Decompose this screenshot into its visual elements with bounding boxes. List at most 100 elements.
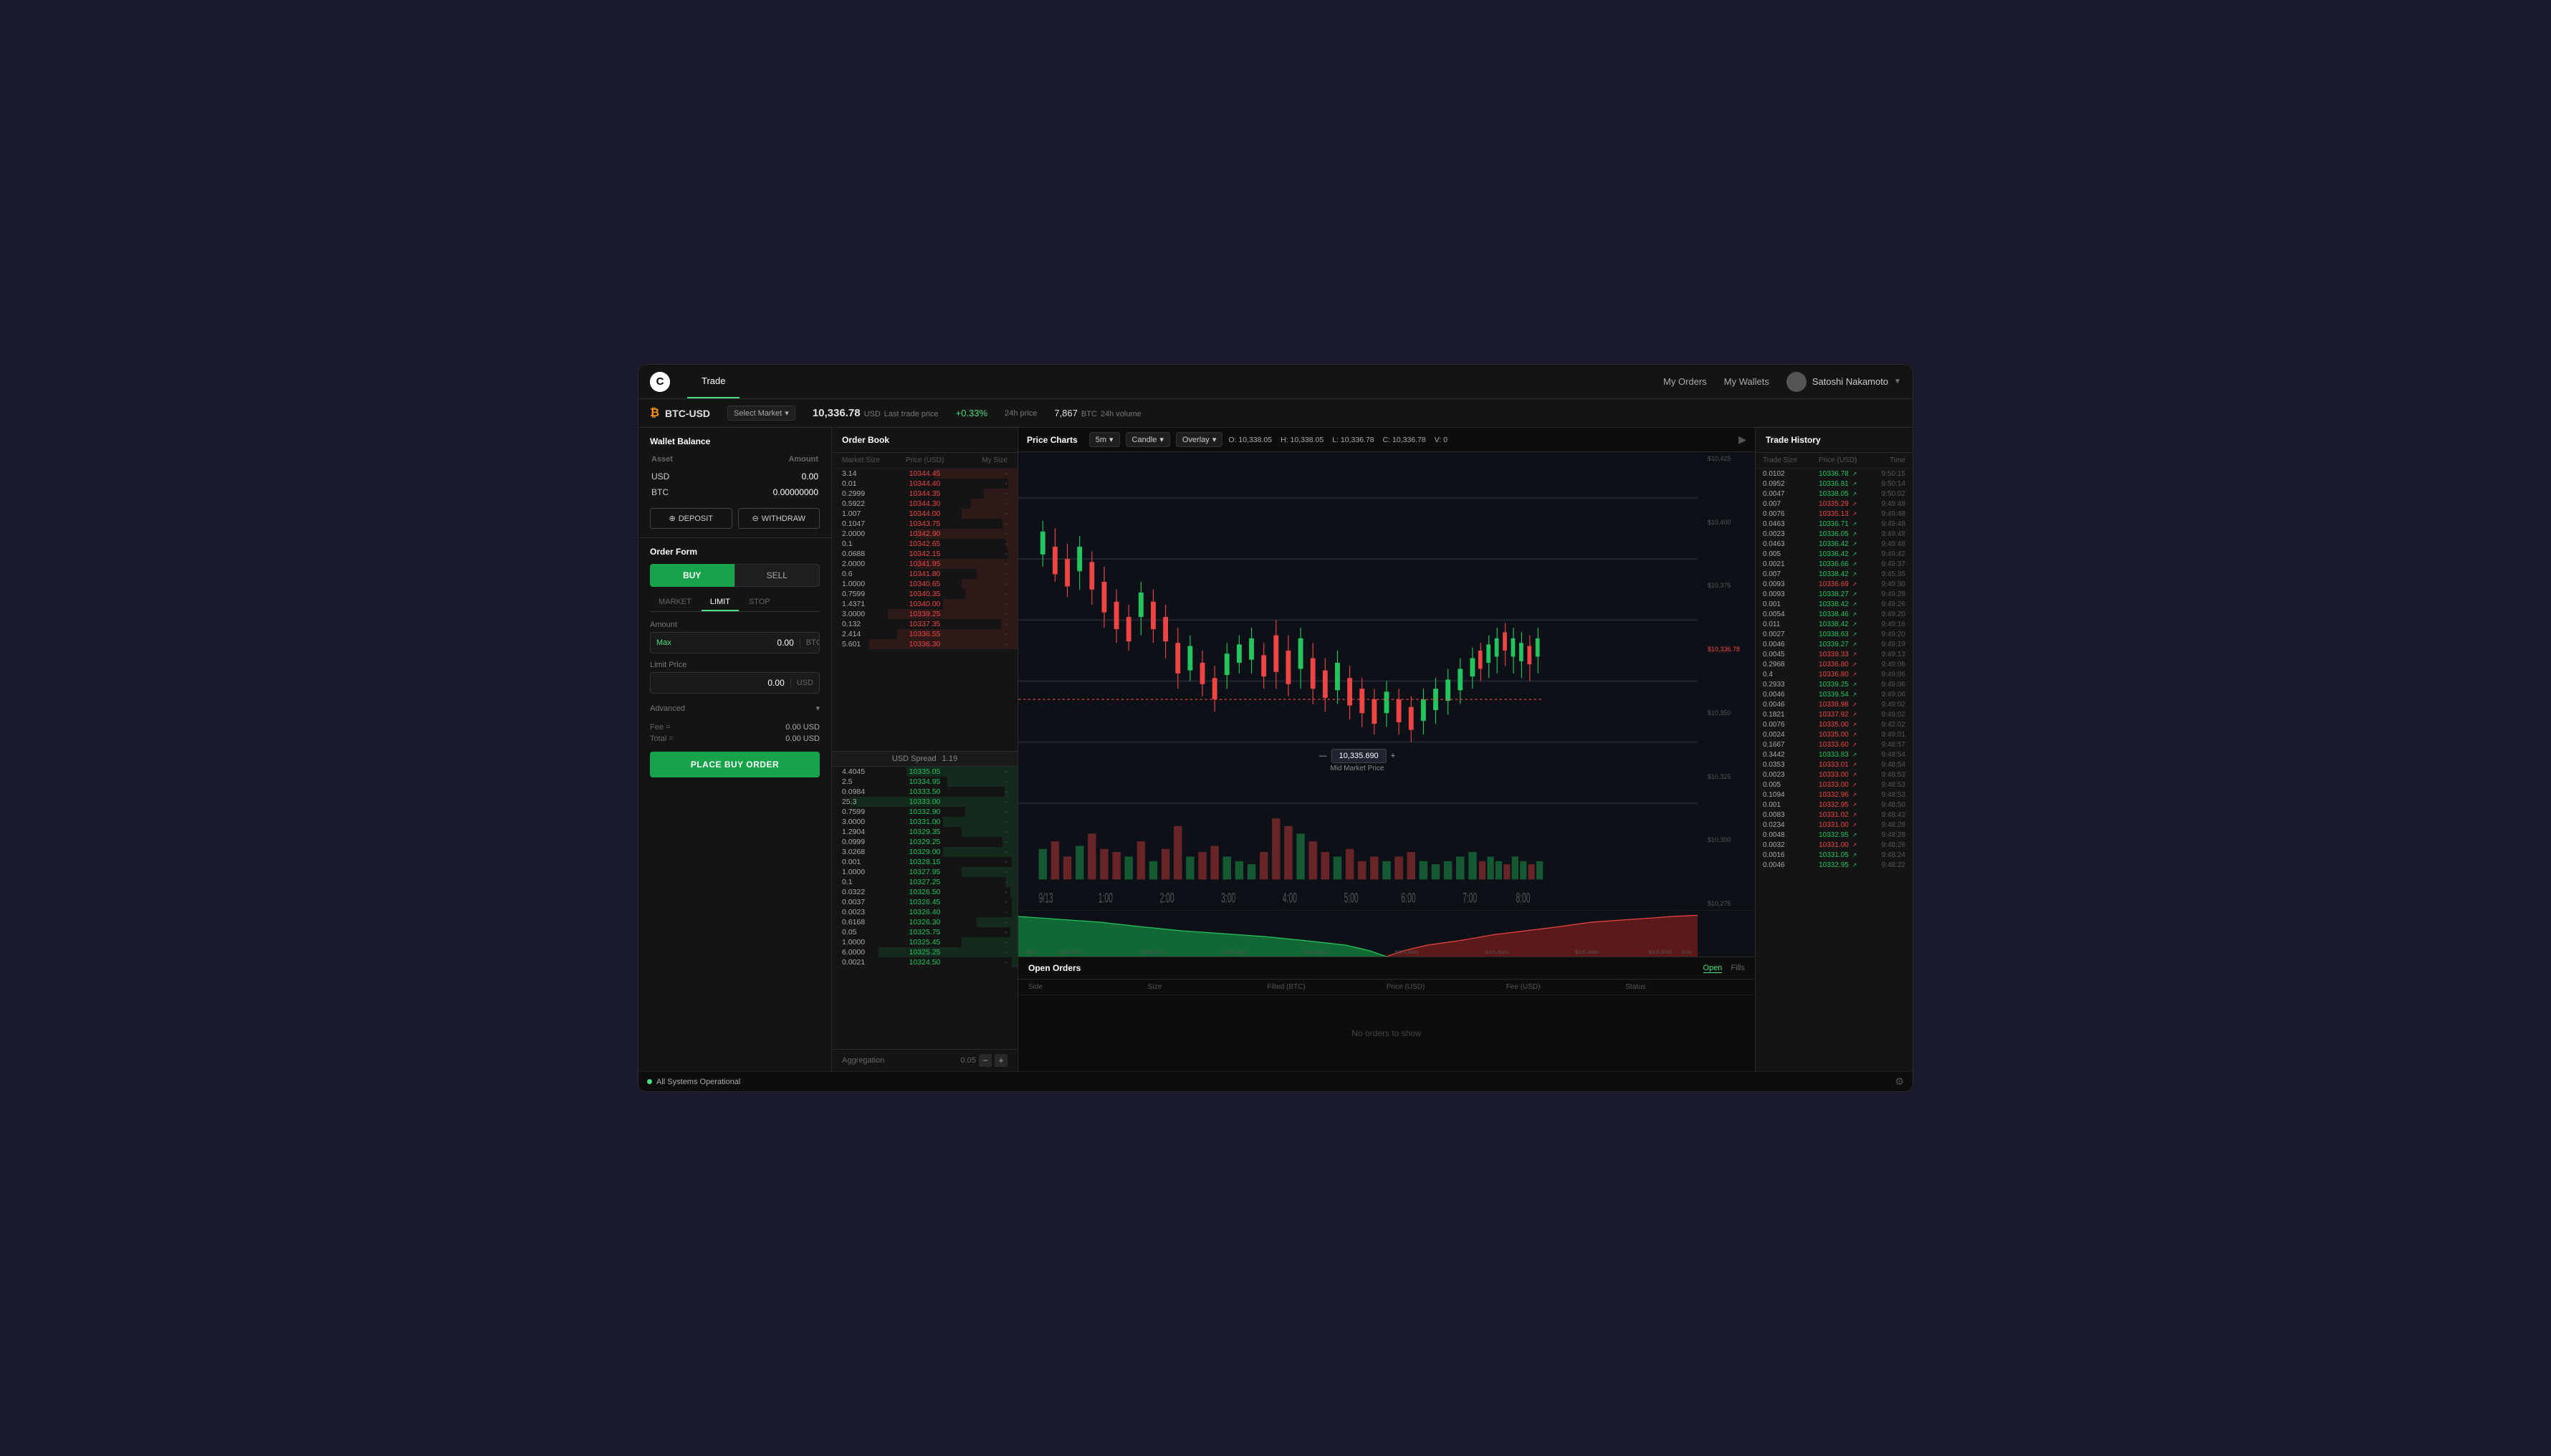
th-row[interactable]: 0.00710335.29 ↗9:49:48: [1756, 499, 1913, 509]
ob-bid-row[interactable]: 0.098410333.50-: [832, 787, 1018, 797]
ob-ask-row[interactable]: 1.437110340.00-: [832, 599, 1018, 609]
th-row[interactable]: 0.109410332.96 ↗9:48:53: [1756, 790, 1913, 800]
place-order-button[interactable]: PLACE BUY ORDER: [650, 752, 820, 777]
th-row[interactable]: 0.046310336.42 ↗9:49:48: [1756, 539, 1913, 549]
ob-ask-row[interactable]: 1.000010340.65-: [832, 579, 1018, 589]
my-orders-link[interactable]: My Orders: [1663, 376, 1707, 387]
th-row[interactable]: 0.01110338.42 ↗9:49:16: [1756, 619, 1913, 629]
th-row[interactable]: 0.00110332.95 ↗9:48:50: [1756, 800, 1913, 810]
ob-ask-row[interactable]: 0.13210337.35-: [832, 619, 1018, 629]
th-row[interactable]: 0.008310331.02 ↗9:48:43: [1756, 810, 1913, 820]
ob-bid-row[interactable]: 2.510334.95-: [832, 777, 1018, 787]
chart-type-select[interactable]: Candle ▾: [1126, 432, 1170, 447]
ob-ask-row[interactable]: 0.104710343.75-: [832, 519, 1018, 529]
ob-ask-row[interactable]: 0.0110344.40-: [832, 479, 1018, 489]
ob-ask-row[interactable]: 3.1410344.45-: [832, 469, 1018, 479]
th-row[interactable]: 0.004610339.27 ↗9:49:19: [1756, 639, 1913, 649]
th-row[interactable]: 0.005410338.46 ↗9:49:20: [1756, 609, 1913, 619]
aggregation-decrease-button[interactable]: −: [979, 1054, 992, 1067]
th-row[interactable]: 0.046310336.71 ↗9:49:48: [1756, 519, 1913, 529]
chart-expand-button[interactable]: ▶: [1738, 434, 1746, 446]
timeframe-select[interactable]: 5m ▾: [1089, 432, 1120, 447]
th-row[interactable]: 0.00510333.00 ↗9:48:53: [1756, 780, 1913, 790]
th-row[interactable]: 0.095210336.81 ↗9:50:14: [1756, 479, 1913, 489]
ob-bid-row[interactable]: 0.099910329.25-: [832, 837, 1018, 847]
th-row[interactable]: 0.004610338.98 ↗9:49:02: [1756, 699, 1913, 709]
th-row[interactable]: 0.002410335.00 ↗9:49:01: [1756, 729, 1913, 739]
ob-ask-row[interactable]: 0.110342.65-: [832, 539, 1018, 549]
ob-ask-row[interactable]: 0.592210344.30-: [832, 499, 1018, 509]
ob-bid-row[interactable]: 1.000010325.45-: [832, 937, 1018, 947]
order-type-stop[interactable]: STOP: [740, 594, 779, 611]
aggregation-increase-button[interactable]: +: [995, 1054, 1008, 1067]
ob-bid-row[interactable]: 0.002110324.50-: [832, 957, 1018, 967]
user-dropdown-icon[interactable]: ▼: [1894, 378, 1901, 385]
th-row[interactable]: 0.010210336.78 ↗9:50:15: [1756, 469, 1913, 479]
sell-tab-button[interactable]: SELL: [734, 564, 820, 587]
ob-bid-row[interactable]: 0.003710326.45-: [832, 897, 1018, 907]
th-row[interactable]: 0.004610339.54 ↗9:49:06: [1756, 689, 1913, 699]
ob-bid-row[interactable]: 0.616810326.30-: [832, 917, 1018, 927]
th-row[interactable]: 0.293310339.25 ↗9:49:06: [1756, 679, 1913, 689]
th-row[interactable]: 0.007610335.00 ↗9:42:02: [1756, 719, 1913, 729]
chart-container[interactable]: 9/13 1:00 2:00 3:00 4:00 5:00 6:00 7:00 …: [1018, 452, 1755, 910]
th-row[interactable]: 0.166710333.60 ↗9:48:57: [1756, 739, 1913, 749]
th-row[interactable]: 0.001610331.05 ↗9:48:24: [1756, 850, 1913, 860]
th-row[interactable]: 0.410336.80 ↗9:49:06: [1756, 669, 1913, 679]
ob-bid-row[interactable]: 0.032210326.50-: [832, 887, 1018, 897]
ob-bid-row[interactable]: 3.000010331.00-: [832, 817, 1018, 827]
user-info[interactable]: Satoshi Nakamoto ▼: [1786, 372, 1901, 392]
overlay-select[interactable]: Overlay ▾: [1176, 432, 1222, 447]
th-row[interactable]: 0.003210331.00 ↗9:48:26: [1756, 840, 1913, 850]
th-row[interactable]: 0.002310336.05 ↗9:49:48: [1756, 529, 1913, 539]
th-row[interactable]: 0.00510336.42 ↗9:49:42: [1756, 549, 1913, 559]
buy-tab-button[interactable]: BUY: [650, 564, 734, 587]
th-row[interactable]: 0.002110336.66 ↗9:49:37: [1756, 559, 1913, 569]
th-row[interactable]: 0.344210333.83 ↗9:48:54: [1756, 749, 1913, 760]
th-row[interactable]: 0.296810336.80 ↗9:49:06: [1756, 659, 1913, 669]
th-row[interactable]: 0.023410331.00 ↗9:48:28: [1756, 820, 1913, 830]
ob-bid-row[interactable]: 1.290410329.35-: [832, 827, 1018, 837]
limit-price-input[interactable]: [651, 673, 790, 693]
ob-bid-row[interactable]: 25.310333.00-: [832, 797, 1018, 807]
oo-tab-fills[interactable]: Fills: [1731, 964, 1745, 973]
th-row[interactable]: 0.004710338.05 ↗9:50:02: [1756, 489, 1913, 499]
amount-max-button[interactable]: Max: [651, 638, 677, 647]
ob-bid-row[interactable]: 0.00110328.15-: [832, 857, 1018, 867]
th-row[interactable]: 0.002310333.00 ↗9:48:53: [1756, 770, 1913, 780]
withdraw-button[interactable]: ⊖ WITHDRAW: [738, 508, 820, 529]
order-type-market[interactable]: MARKET: [650, 594, 700, 611]
amount-input[interactable]: [677, 633, 800, 653]
ob-bid-row[interactable]: 1.000010327.95-: [832, 867, 1018, 877]
th-row[interactable]: 0.009310336.69 ↗9:49:30: [1756, 579, 1913, 589]
deposit-button[interactable]: ⊕ DEPOSIT: [650, 508, 732, 529]
th-row[interactable]: 0.182110337.92 ↗9:49:02: [1756, 709, 1913, 719]
ob-ask-row[interactable]: 0.610341.80-: [832, 569, 1018, 579]
th-row[interactable]: 0.007610335.13 ↗9:49:48: [1756, 509, 1913, 519]
ob-ask-row[interactable]: 2.41410336.55-: [832, 629, 1018, 639]
th-row[interactable]: 0.009310338.27 ↗9:49:28: [1756, 589, 1913, 599]
ob-bid-row[interactable]: 0.759910332.90-: [832, 807, 1018, 817]
ob-ask-row[interactable]: 1.00710344.00-: [832, 509, 1018, 519]
th-row[interactable]: 0.035310333.01 ↗9:48:54: [1756, 760, 1913, 770]
settings-icon[interactable]: ⚙: [1895, 1076, 1904, 1088]
ob-ask-row[interactable]: 5.60110336.30-: [832, 639, 1018, 649]
ob-bid-row[interactable]: 0.0510325.75-: [832, 927, 1018, 937]
nav-tab-trade[interactable]: Trade: [687, 365, 740, 398]
ob-bid-row[interactable]: 0.110327.25-: [832, 877, 1018, 887]
th-row[interactable]: 0.004610332.95 ↗9:48:22: [1756, 860, 1913, 870]
ob-ask-row[interactable]: 0.068810342.15-: [832, 549, 1018, 559]
ob-ask-row[interactable]: 3.000010339.25-: [832, 609, 1018, 619]
logo[interactable]: C: [650, 372, 670, 392]
order-type-limit[interactable]: LIMIT: [702, 594, 739, 611]
oo-tab-open[interactable]: Open: [1703, 964, 1723, 973]
ob-bid-row[interactable]: 3.026810329.00-: [832, 847, 1018, 857]
th-row[interactable]: 0.00110338.42 ↗9:49:26: [1756, 599, 1913, 609]
ob-ask-row[interactable]: 2.000010342.90-: [832, 529, 1018, 539]
my-wallets-link[interactable]: My Wallets: [1724, 376, 1769, 387]
ob-ask-row[interactable]: 2.000010341.95-: [832, 559, 1018, 569]
th-row[interactable]: 0.00710338.42 ↗9:45:35: [1756, 569, 1913, 579]
ob-ask-row[interactable]: 0.759910340.35-: [832, 589, 1018, 599]
ob-bid-row[interactable]: 6.000010325.25-: [832, 947, 1018, 957]
th-row[interactable]: 0.004810332.95 ↗9:48:28: [1756, 830, 1913, 840]
